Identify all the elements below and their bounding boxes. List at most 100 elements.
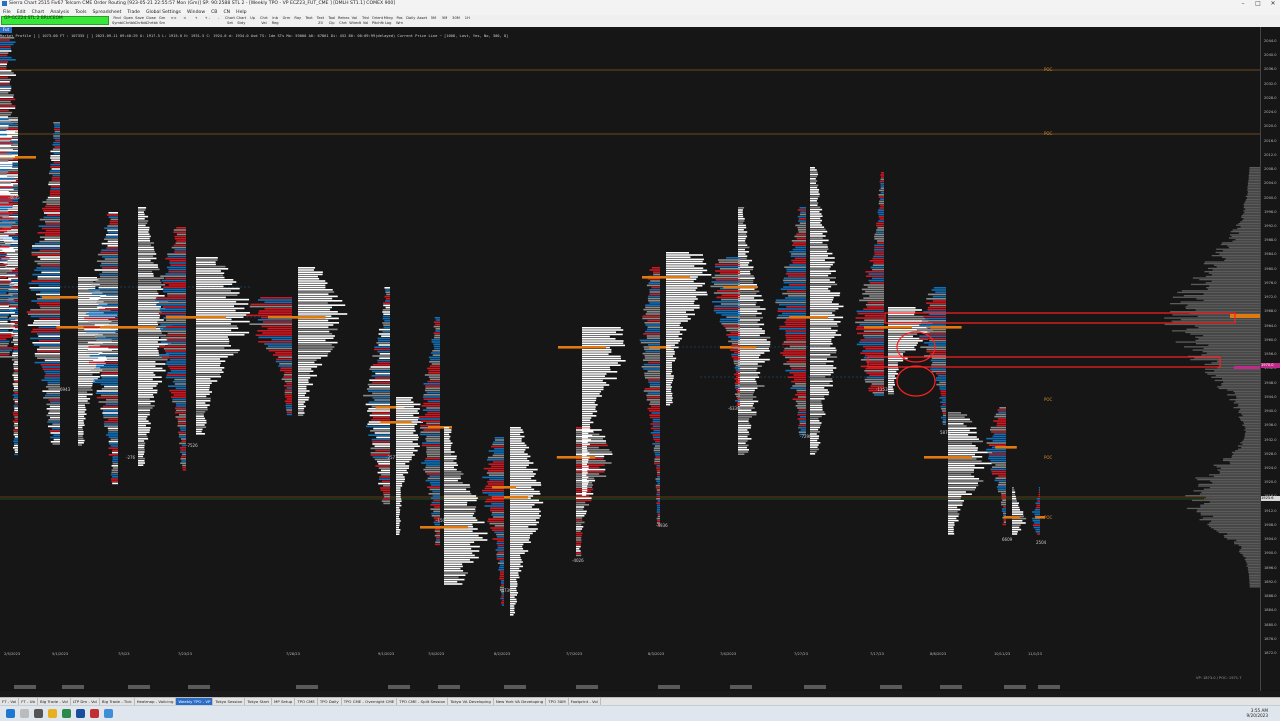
toolbar-button-21[interactable]: Val Wiredt bbox=[349, 16, 361, 26]
profile-row bbox=[738, 242, 746, 244]
toolbar-button-2[interactable]: Save Chrtbk bbox=[135, 16, 147, 26]
toolbar-button-12[interactable]: Up bbox=[248, 16, 258, 26]
search-icon[interactable] bbox=[20, 709, 29, 718]
sheet-tab-11[interactable]: TPO Daily bbox=[318, 698, 342, 705]
profile-row bbox=[866, 275, 884, 277]
sheet-tab-6[interactable]: Weekly TPO - VP bbox=[176, 698, 214, 705]
app-icon-blue[interactable] bbox=[104, 709, 113, 718]
windows-start-icon[interactable] bbox=[6, 709, 15, 718]
profile-row bbox=[645, 350, 660, 353]
toolbar-button-6[interactable]: < bbox=[180, 16, 190, 26]
toolbar-button-9[interactable]: - bbox=[214, 16, 224, 26]
profile-row bbox=[111, 469, 118, 471]
toolbar-button-14[interactable]: Inb Reg bbox=[270, 16, 280, 26]
toolbar-button-15[interactable]: Grm bbox=[282, 16, 292, 26]
profile-row bbox=[810, 312, 833, 314]
chart-area[interactable]: Fut Market Profile [ ] 1073.00 FT : 1073… bbox=[0, 27, 1280, 691]
toolbar-button-19[interactable]: Tool Clp bbox=[327, 16, 337, 26]
toolbar-button-30[interactable]: 30M bbox=[451, 16, 461, 26]
sheet-tab-7[interactable]: Tokyo Session bbox=[213, 698, 246, 705]
toolbar-button-31[interactable]: 1H bbox=[462, 16, 472, 26]
toolbar-button-13[interactable]: Chrt Val bbox=[259, 16, 269, 26]
profile-row bbox=[1012, 509, 1021, 511]
toolbar-button-20[interactable]: Retrac Chrt bbox=[338, 16, 350, 26]
sheet-tab-1[interactable]: FT - Ub bbox=[19, 698, 38, 705]
file-explorer-icon[interactable] bbox=[48, 709, 57, 718]
edge-browser-icon[interactable] bbox=[62, 709, 71, 718]
toolbar-button-17[interactable]: Text bbox=[304, 16, 314, 26]
toolbar-button-22[interactable]: Trivl Vol bbox=[361, 16, 371, 26]
toolbar-button-10[interactable]: Chart Set bbox=[225, 16, 235, 26]
price-axis[interactable]: 2044.0 2040.0 2036.0 2032.0 2028.0 2024.0 2020… bbox=[1260, 27, 1280, 691]
profile-row bbox=[582, 437, 588, 439]
sheet-tab-10[interactable]: TPO CME bbox=[295, 698, 318, 705]
volume-profile-row bbox=[1241, 547, 1260, 550]
symbol-input[interactable]: GP-GCZ24 STL 2 BRUCEOM bbox=[1, 16, 109, 25]
toolbar-button-23[interactable]: Orient Pitchfk bbox=[372, 16, 384, 26]
toolbar-button-27[interactable]: Asset bbox=[417, 16, 427, 26]
sheet-tab-17[interactable]: Footprint - Vol bbox=[569, 698, 601, 705]
toolbar-button-24[interactable]: Mkrg Log bbox=[383, 16, 393, 26]
toolbar-button-16[interactable]: Ray bbox=[293, 16, 303, 26]
toolbar-button-7[interactable]: + bbox=[191, 16, 201, 26]
toolbar-button-29[interactable]: 5M bbox=[440, 16, 450, 26]
sheet-tab-12[interactable]: TPO CME - Overnight CME bbox=[342, 698, 398, 705]
profile-row bbox=[666, 296, 697, 298]
sheet-tab-9[interactable]: MP Setup bbox=[272, 698, 296, 705]
profile-row bbox=[14, 422, 18, 425]
profile-row bbox=[927, 331, 946, 333]
system-clock[interactable]: 3:55 AM 9/20/2023 bbox=[1247, 708, 1268, 718]
toolbar-button-3[interactable]: Close Chrtbk bbox=[146, 16, 158, 26]
toolbar-button-0[interactable]: Find Symbl bbox=[112, 16, 123, 26]
profile-row bbox=[44, 377, 60, 379]
toolbar-button-1[interactable]: Open Chrtbk bbox=[123, 16, 135, 26]
sheet-tab-5[interactable]: Heatmap - Volicing bbox=[135, 698, 177, 705]
profile-row bbox=[738, 323, 765, 326]
volume-profile-row bbox=[1231, 455, 1260, 457]
profile-row bbox=[383, 502, 390, 505]
profile-row bbox=[576, 515, 585, 517]
app-icon-red[interactable] bbox=[90, 709, 99, 718]
volume-profile-row bbox=[1199, 279, 1260, 281]
profile-row bbox=[810, 338, 832, 341]
toolbar-button-28[interactable]: 5M bbox=[428, 16, 438, 26]
edge-profile-row bbox=[0, 320, 8, 323]
profile-row bbox=[655, 478, 660, 480]
sheet-tab-14[interactable]: Tokyo VA Developing bbox=[448, 698, 494, 705]
profile-row bbox=[878, 202, 884, 205]
sheet-tab-2[interactable]: Big Trade - Vol bbox=[38, 698, 71, 705]
sheet-tab-4[interactable]: Big Trade - Tick bbox=[100, 698, 135, 705]
profile-row bbox=[165, 350, 186, 352]
profile-row bbox=[576, 550, 581, 552]
toolbar-button-4[interactable]: Gm Sm bbox=[157, 16, 167, 26]
sheet-tab-3[interactable]: LTP Dm - Vol bbox=[71, 698, 100, 705]
profile-row bbox=[257, 319, 292, 321]
profile-row bbox=[738, 422, 750, 425]
market-profile-plot[interactable]: -40356943-276-7526-2577-150-4739-4026-49… bbox=[0, 27, 1260, 691]
profile-row bbox=[423, 468, 440, 471]
profile-row bbox=[107, 225, 118, 227]
sheet-tab-16[interactable]: TPO 30M bbox=[546, 698, 569, 705]
toolbar-button-11[interactable]: Chart Stdy bbox=[236, 16, 246, 26]
sheet-tab-15[interactable]: New York VA Developing bbox=[494, 698, 547, 705]
toolbar-button-8[interactable]: + - bbox=[202, 16, 212, 26]
close-button[interactable]: ✕ bbox=[1266, 0, 1280, 8]
profile-row bbox=[510, 446, 530, 449]
sheet-tab-0[interactable]: FT - Vol bbox=[0, 698, 20, 705]
edge-profile-row bbox=[0, 301, 15, 303]
toolbar-button-26[interactable]: Daily bbox=[406, 16, 416, 26]
profile-row bbox=[860, 359, 884, 361]
maximize-button[interactable]: □ bbox=[1251, 0, 1265, 8]
profile-row bbox=[377, 361, 390, 364]
toolbar-button-25[interactable]: Pos Wrn bbox=[395, 16, 405, 26]
minimize-button[interactable]: – bbox=[1236, 0, 1250, 8]
task-view-icon[interactable] bbox=[34, 709, 43, 718]
sheet-tab-8[interactable]: Tokyo Start bbox=[245, 698, 272, 705]
profile-row bbox=[798, 231, 806, 233]
sierra-chart-icon[interactable] bbox=[76, 709, 85, 718]
toolbar-button-5[interactable]: << bbox=[169, 16, 179, 26]
profile-row bbox=[378, 478, 390, 480]
profile-row bbox=[721, 298, 740, 301]
sheet-tab-13[interactable]: TPO CME - Split Session bbox=[397, 698, 449, 705]
toolbar-button-18[interactable]: Text Zll bbox=[315, 16, 325, 26]
